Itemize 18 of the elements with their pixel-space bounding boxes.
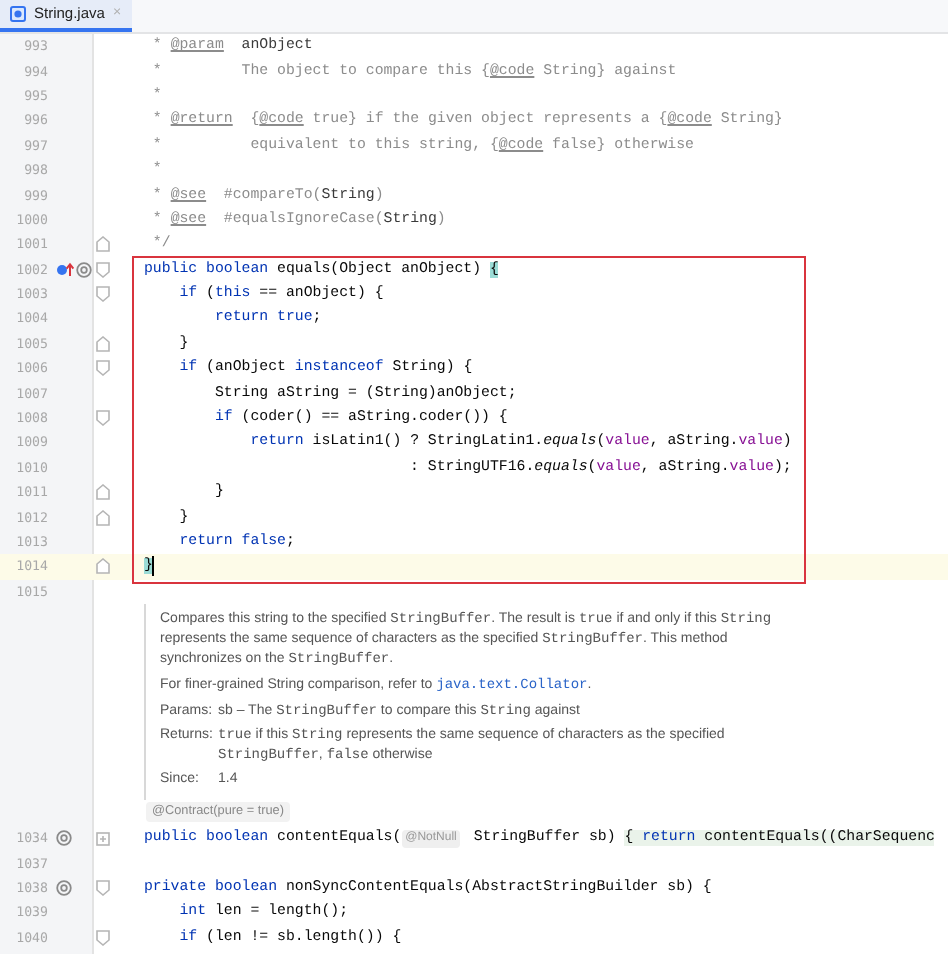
- at-sign-icon: [56, 879, 72, 896]
- fold-marker-icon: [95, 879, 109, 896]
- fold-marker-icon: [95, 410, 109, 427]
- expand-marker-icon: [95, 831, 109, 846]
- fold-marker-icon: [95, 558, 109, 575]
- fold-marker-icon: [95, 335, 109, 352]
- fold-marker-icon: [95, 484, 109, 501]
- fold-marker-icon: [95, 236, 109, 253]
- at-sign-icon: [76, 261, 92, 278]
- dot-up-arrow-icon: [56, 260, 74, 279]
- file-icon: [10, 5, 26, 21]
- fold-marker-icon: [95, 929, 109, 946]
- fold-marker-icon: [95, 286, 109, 303]
- at-sign-icon: [56, 830, 72, 847]
- fold-marker-icon: [95, 261, 109, 278]
- fold-marker-icon: [95, 509, 109, 526]
- text-caret: [152, 556, 155, 577]
- fold-marker-icon: [95, 360, 109, 377]
